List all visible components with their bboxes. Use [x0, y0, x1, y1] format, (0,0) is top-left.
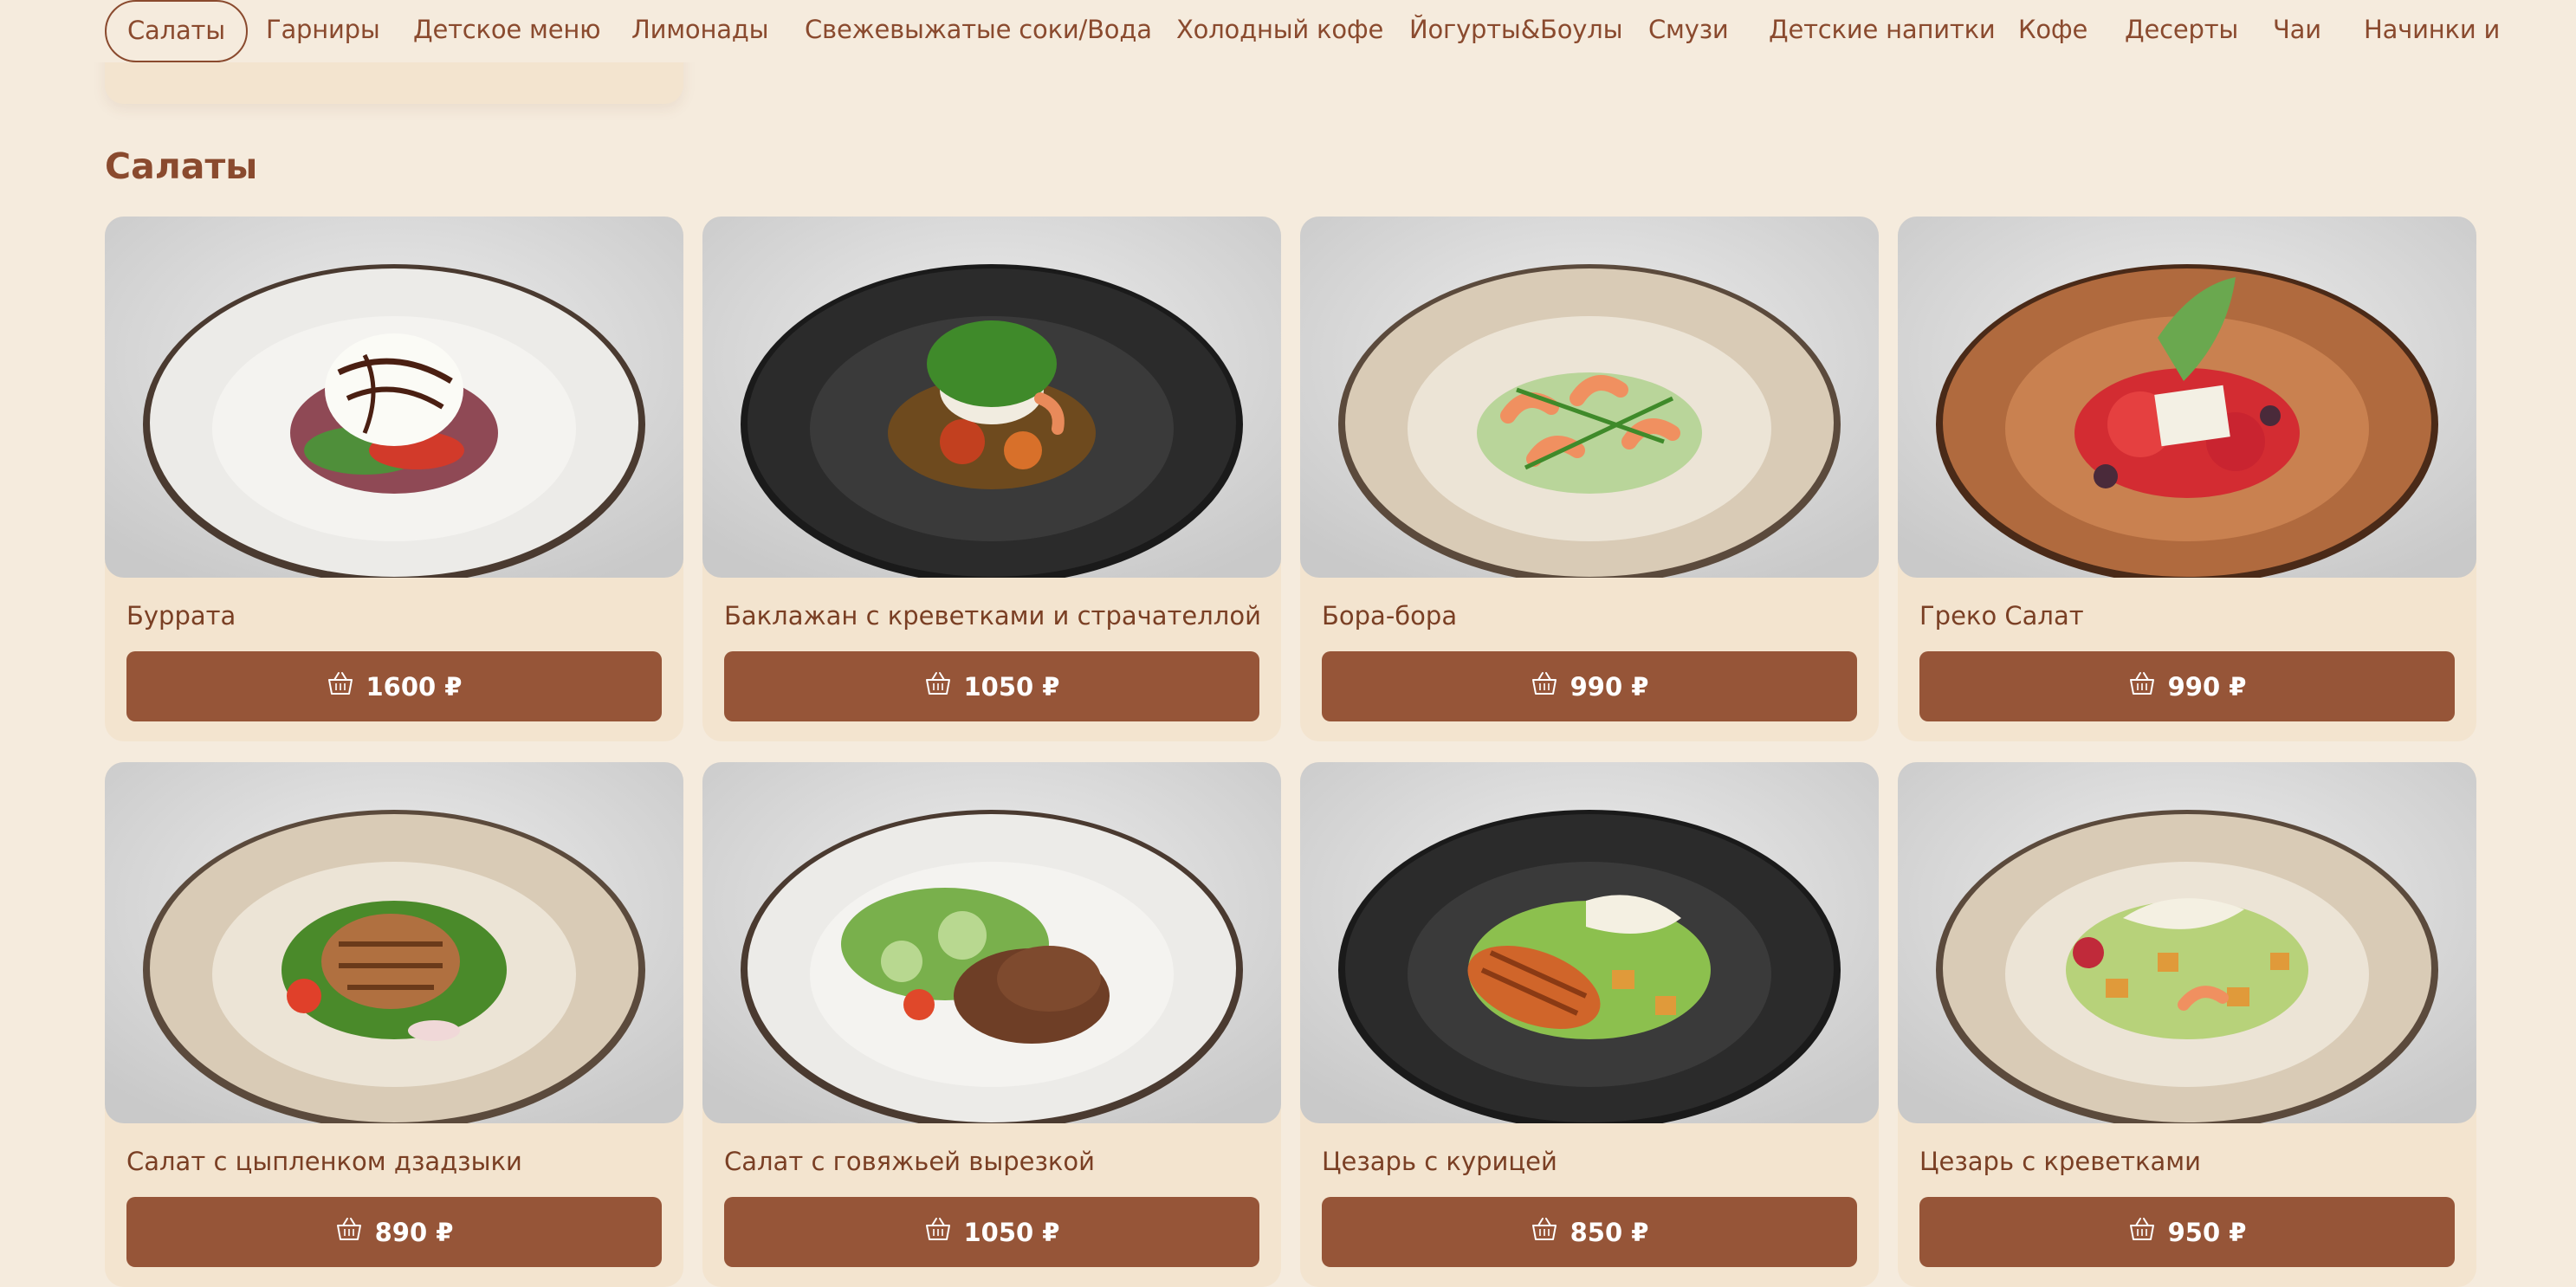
product-price: 1600 ₽	[366, 671, 463, 702]
product-card[interactable]: Буррата 1600 ₽	[105, 217, 683, 741]
product-name: Бора-бора	[1322, 601, 1458, 631]
product-name: Цезарь с курицей	[1322, 1147, 1557, 1176]
product-card[interactable]: Баклажан с креветками и страчателлой 105…	[702, 217, 1281, 741]
add-to-cart-button[interactable]: 950 ₽	[1919, 1197, 2455, 1267]
basket-icon	[924, 670, 952, 702]
product-card[interactable]: Салат с цыпленком дзадзыки 890 ₽	[105, 762, 683, 1287]
product-card[interactable]: Цезарь с курицей 850 ₽	[1300, 762, 1879, 1287]
product-name: Салат с цыпленком дзадзыки	[126, 1147, 522, 1176]
basket-icon	[1531, 670, 1558, 702]
add-to-cart-button[interactable]: 990 ₽	[1322, 651, 1857, 721]
add-to-cart-button[interactable]: 1600 ₽	[126, 651, 662, 721]
product-price: 1050 ₽	[963, 671, 1060, 702]
add-to-cart-button[interactable]: 1050 ₽	[724, 1197, 1259, 1267]
nav-item-salads[interactable]: Салаты	[105, 0, 248, 62]
product-price: 1050 ₽	[963, 1217, 1060, 1247]
add-to-cart-button[interactable]: 990 ₽	[1919, 651, 2455, 721]
nav-item-kids-menu[interactable]: Детское меню	[413, 0, 601, 62]
product-photo[interactable]	[1300, 762, 1879, 1123]
nav-item-kids-drinks[interactable]: Детские напитки	[1769, 0, 1996, 62]
add-to-cart-button[interactable]: 1050 ₽	[724, 651, 1259, 721]
product-photo[interactable]	[1898, 762, 2476, 1123]
product-card[interactable]: Бора-бора 990 ₽	[1300, 217, 1879, 741]
product-price: 990 ₽	[2167, 671, 2247, 702]
basket-icon	[335, 1216, 363, 1248]
nav-item-desserts[interactable]: Десерты	[2125, 0, 2238, 62]
add-to-cart-button[interactable]: 890 ₽	[126, 1197, 662, 1267]
category-nav: Салаты Гарниры Детское меню Лимонады Све…	[0, 0, 2576, 62]
nav-item-cold-coffee[interactable]: Холодный кофе	[1176, 0, 1383, 62]
section-title: Салаты	[105, 146, 258, 187]
product-photo[interactable]	[1300, 217, 1879, 578]
product-card[interactable]: Цезарь с креветками 950 ₽	[1898, 762, 2476, 1287]
product-price: 990 ₽	[1570, 671, 1649, 702]
nav-item-lemonades[interactable]: Лимонады	[631, 0, 769, 62]
product-name: Буррата	[126, 601, 236, 631]
nav-item-smoothies[interactable]: Смузи	[1648, 0, 1729, 62]
product-photo[interactable]	[702, 762, 1281, 1123]
nav-item-coffee[interactable]: Кофе	[2018, 0, 2087, 62]
product-photo[interactable]	[702, 217, 1281, 578]
basket-icon	[327, 670, 354, 702]
nav-item-fillings[interactable]: Начинки и с	[2364, 0, 2504, 62]
product-name: Салат с говяжьей вырезкой	[724, 1147, 1096, 1176]
nav-item-sides[interactable]: Гарниры	[266, 0, 380, 62]
basket-icon	[2128, 670, 2156, 702]
basket-icon	[1531, 1216, 1558, 1248]
product-name: Баклажан с креветками и страчателлой	[724, 601, 1261, 631]
product-card[interactable]: Греко Салат 990 ₽	[1898, 217, 2476, 741]
product-price: 890 ₽	[374, 1217, 454, 1247]
product-photo[interactable]	[1898, 217, 2476, 578]
product-price: 950 ₽	[2167, 1217, 2247, 1247]
product-name: Цезарь с креветками	[1919, 1147, 2202, 1176]
product-price: 850 ₽	[1570, 1217, 1649, 1247]
basket-icon	[924, 1216, 952, 1248]
product-photo[interactable]	[105, 762, 683, 1123]
nav-item-teas[interactable]: Чаи	[2273, 0, 2321, 62]
product-photo[interactable]	[105, 217, 683, 578]
basket-icon	[2128, 1216, 2156, 1248]
nav-item-yogurts-bowls[interactable]: Йогурты&Боулы	[1409, 0, 1622, 62]
product-card[interactable]: Салат с говяжьей вырезкой 1050 ₽	[702, 762, 1281, 1287]
nav-item-juices-water[interactable]: Свежевыжатые соки/Вода	[805, 0, 1152, 62]
category-nav-track: Салаты Гарниры Детское меню Лимонады Све…	[105, 0, 2504, 62]
product-name: Греко Салат	[1919, 601, 2084, 631]
add-to-cart-button[interactable]: 850 ₽	[1322, 1197, 1857, 1267]
